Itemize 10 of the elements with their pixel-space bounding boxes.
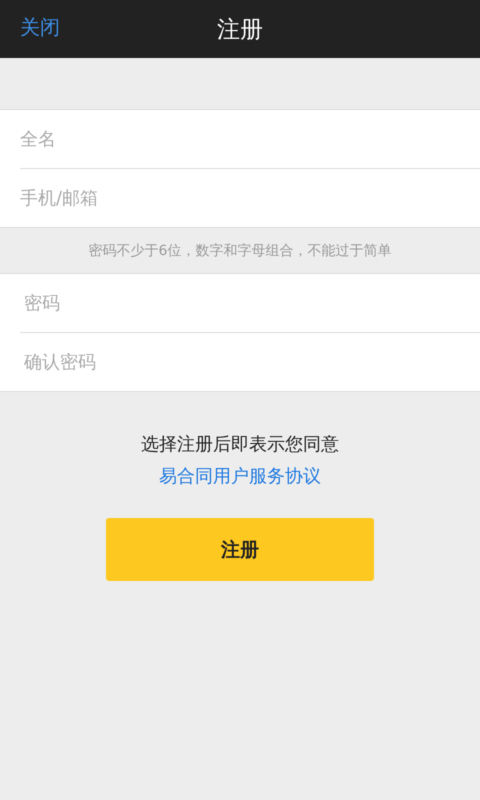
- input-field[interactable]: 全名: [0, 110, 480, 168]
- close-button[interactable]: 关闭: [20, 14, 60, 41]
- password-field[interactable]: 密码: [0, 274, 480, 332]
- agreement-link[interactable]: 易合同用户服务协议: [159, 466, 321, 487]
- input-field[interactable]: 手机/邮箱: [0, 169, 480, 227]
- register-button[interactable]: 注册: [106, 518, 374, 581]
- page-title: 注册: [217, 16, 263, 44]
- agreement-text: 选择注册后即表示您同意: [140, 433, 340, 456]
- password-hint: 密码不少于6位，数字和字母组合，不能过于简单: [88, 242, 392, 260]
- password-field[interactable]: 确认密码: [0, 333, 480, 391]
